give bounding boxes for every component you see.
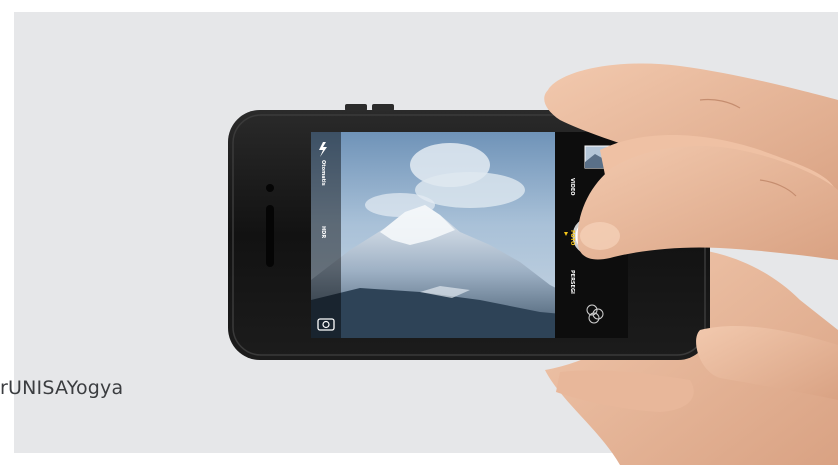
mode-persegi-label: PERSEGI <box>569 270 575 294</box>
photo-frame: rUNISAYogya VIDEO FOTO PERSEGI Otomatis … <box>0 0 838 465</box>
mode-foto-label: FOTO <box>569 230 575 245</box>
front-camera <box>266 184 274 192</box>
flash-control[interactable]: Otomatis <box>319 142 327 186</box>
flash-label: Otomatis <box>320 160 326 186</box>
hdr-control[interactable]: HDR <box>320 226 326 238</box>
mode-video-label: VIDEO <box>569 178 575 196</box>
hand-holding-phone-illustration: VIDEO FOTO PERSEGI Otomatis HDR <box>228 63 838 465</box>
earpiece <box>266 205 274 267</box>
hdr-label: HDR <box>320 226 326 238</box>
